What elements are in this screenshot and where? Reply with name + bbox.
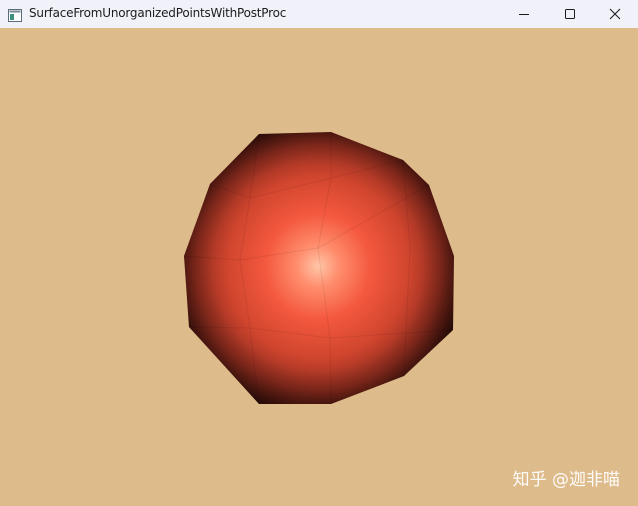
title-bar[interactable]: SurfaceFromUnorganizedPointsWithPostProc [0, 0, 638, 28]
window-title: SurfaceFromUnorganizedPointsWithPostProc [29, 6, 287, 20]
close-button[interactable] [592, 0, 638, 28]
app-icon [8, 7, 22, 22]
maximize-button[interactable] [547, 0, 593, 28]
render-scene [0, 28, 638, 506]
close-icon [609, 8, 621, 20]
app-window: SurfaceFromUnorganizedPointsWithPostProc [0, 0, 638, 506]
render-viewport[interactable]: 知乎 @迦非喵 [0, 28, 638, 506]
watermark-text: 知乎 @迦非喵 [512, 470, 620, 490]
maximize-icon [565, 9, 575, 19]
sphere-rim-shade [184, 132, 454, 404]
minimize-button[interactable] [501, 0, 547, 28]
minimize-icon [519, 14, 529, 15]
